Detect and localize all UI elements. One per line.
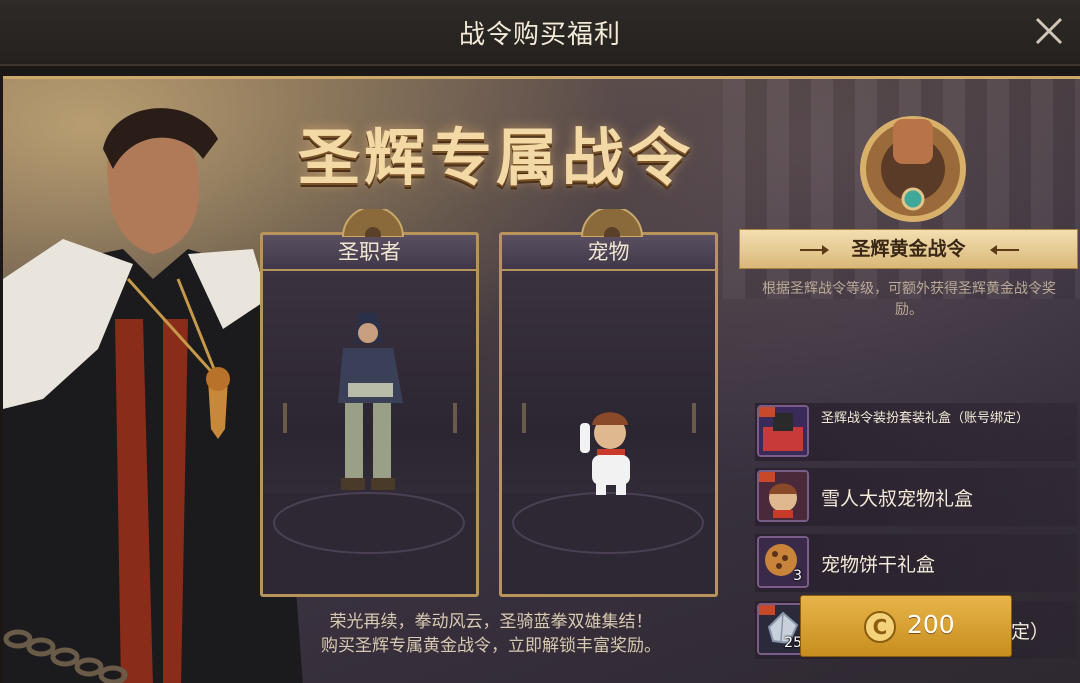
banner-title: 圣辉专属战令 xyxy=(297,121,694,194)
reward-item-name: 宠物饼干礼盒 xyxy=(821,554,936,576)
pet-character-sprite xyxy=(502,403,715,594)
reward-item-pet-box[interactable]: 雪人大叔宠物礼盒 xyxy=(755,468,1077,526)
pet-box-icon xyxy=(757,470,809,522)
costume-box-icon xyxy=(757,405,809,457)
gear-ornament-icon xyxy=(580,209,644,237)
card-priest-label: 圣职者 xyxy=(263,235,476,271)
reward-item-quantity: 3 xyxy=(793,568,802,584)
banner-tagline: 荣光再续，拳动风云，圣骑蓝拳双雄集结！ 购买圣辉专属黄金战令，立即解锁丰富奖励。 xyxy=(261,610,721,658)
cookie-box-icon: 3 xyxy=(757,536,809,588)
reward-item-costume-box[interactable]: 圣辉战令装扮套装礼盒（账号绑定） xyxy=(755,403,1077,461)
battle-pass-banner: 圣辉专属战令 圣职者 宠物 荣光再续，拳动风云，圣骑蓝拳双雄集结！ 购买圣辉专属… xyxy=(3,76,1080,683)
title-bar: 战令购买福利 xyxy=(0,0,1080,66)
close-icon[interactable] xyxy=(1032,14,1066,48)
gold-coin-icon: C xyxy=(864,611,896,643)
card-priest[interactable]: 圣职者 xyxy=(260,209,479,597)
priest-character-sprite xyxy=(263,313,476,594)
svg-text:C: C xyxy=(873,615,888,639)
reward-item-name: 雪人大叔宠物礼盒 xyxy=(821,488,974,510)
gear-ornament-icon xyxy=(341,209,405,237)
card-pet-label: 宠物 xyxy=(502,235,715,271)
reward-header: 圣辉黄金战令 xyxy=(739,229,1078,269)
purchase-price: 200 xyxy=(907,610,955,639)
card-pet[interactable]: 宠物 xyxy=(499,209,718,597)
reward-description: 根据圣辉战令等级，可额外获得圣辉黄金战令奖励。 xyxy=(762,281,1056,318)
ornament-left-icon xyxy=(800,245,829,255)
ornament-right-icon xyxy=(990,245,1019,255)
reward-item-name: 圣辉战令装扮套装礼盒（账号绑定） xyxy=(821,411,1030,426)
hero-character-art xyxy=(3,108,303,683)
purchase-button[interactable]: C 200 xyxy=(800,595,1012,657)
battle-pass-emblem-icon xyxy=(860,116,966,222)
tagline-line-1: 荣光再续，拳动风云，圣骑蓝拳双雄集结！ xyxy=(329,612,653,632)
reward-header-label: 圣辉黄金战令 xyxy=(851,238,966,260)
window-title: 战令购买福利 xyxy=(458,20,621,50)
reward-item-cookie-box[interactable]: 3 宠物饼干礼盒 xyxy=(755,534,1077,592)
chain-ornament xyxy=(3,629,128,683)
tagline-line-2: 购买圣辉专属黄金战令，立即解锁丰富奖励。 xyxy=(321,636,661,656)
